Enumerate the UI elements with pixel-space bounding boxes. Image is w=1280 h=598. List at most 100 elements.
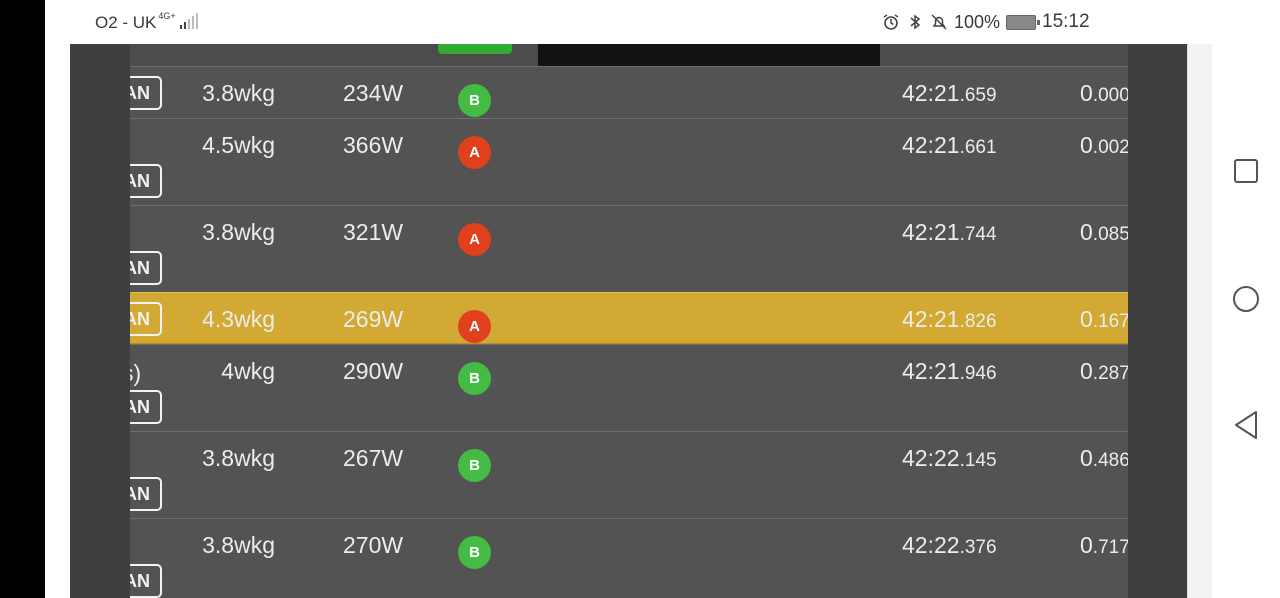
finish-time-main: 42:21: [902, 219, 960, 245]
gap-time-ms: .717: [1092, 537, 1128, 558]
scroll-edge: [1187, 44, 1212, 598]
wkg-value: 3.8wkg: [202, 445, 275, 471]
category-badge: A: [458, 136, 491, 169]
battery-icon: [1006, 14, 1040, 30]
gap-time: 0.000: [1080, 80, 1128, 106]
wkg-value: 3.8wkg: [202, 532, 275, 558]
finish-time-main: 42:22: [902, 445, 960, 471]
gap-time-ms: .486: [1092, 450, 1128, 471]
category-badge: B: [458, 449, 491, 482]
finish-time-ms: .661: [959, 137, 997, 158]
android-nav-bar: [1212, 0, 1280, 598]
team-tag[interactable]: AN: [130, 564, 162, 598]
recent-apps-icon[interactable]: [1232, 157, 1260, 185]
table-row[interactable]: AN 3.8wkg 270W B 42:22.376 0.717: [130, 518, 1128, 598]
finish-time-ms: .826: [959, 311, 997, 332]
carrier-info: O2 - UK 4G+: [95, 11, 198, 33]
gap-time: 0.167: [1080, 306, 1128, 332]
rider-name[interactable]: s): [130, 360, 141, 387]
home-icon[interactable]: [1232, 285, 1260, 313]
watts-value: 234W: [343, 80, 404, 106]
gap-time-ms: .000: [1092, 85, 1128, 106]
watts-value: 366W: [343, 132, 404, 158]
gap-time-main: 0: [1080, 532, 1093, 558]
finish-time: 42:21.946: [902, 358, 1022, 384]
results-table[interactable]: AN 3.8wkg 234W B 42:21.659 0.000 AN 4.5wkg 366W A…: [130, 44, 1128, 598]
wkg-value: 3.8wkg: [202, 80, 275, 106]
gap-time-main: 0: [1080, 80, 1093, 106]
gap-time-main: 0: [1080, 219, 1093, 245]
status-icons: 100% 15:12: [882, 11, 1162, 33]
gap-time-ms: .002: [1092, 137, 1128, 158]
team-tag[interactable]: AN: [130, 302, 162, 336]
finish-time: 42:21.744: [902, 219, 1022, 245]
finish-time-main: 42:21: [902, 358, 960, 384]
network-type: 4G+: [158, 11, 176, 21]
carrier-name: O2 - UK: [95, 13, 157, 32]
gap-time: 0.002: [1080, 132, 1128, 158]
gap-time-main: 0: [1080, 306, 1093, 332]
finish-time-ms: .376: [959, 537, 997, 558]
category-badge: B: [458, 362, 491, 395]
gap-time: 0.287: [1080, 358, 1128, 384]
gap-time-main: 0: [1080, 358, 1093, 384]
mute-bell-icon: [931, 14, 947, 30]
table-header: [130, 44, 1128, 66]
header-power-badge: [438, 44, 512, 54]
phone-bezel: [0, 0, 45, 598]
clock: 15:12: [1042, 11, 1090, 32]
finish-time: 42:22.376: [902, 532, 1022, 558]
gap-time: 0.717: [1080, 532, 1128, 558]
category-badge: B: [458, 536, 491, 569]
gap-time-main: 0: [1080, 445, 1093, 471]
watts-value: 290W: [343, 358, 404, 384]
finish-time: 42:21.661: [902, 132, 1022, 158]
finish-time-main: 42:21: [902, 306, 960, 332]
watts-value: 267W: [343, 445, 404, 471]
alarm-icon: [883, 14, 899, 30]
gap-time-main: 0: [1080, 132, 1093, 158]
finish-time-main: 42:21: [902, 132, 960, 158]
finish-time-main: 42:22: [902, 532, 960, 558]
back-icon[interactable]: [1232, 411, 1260, 439]
finish-time-main: 42:21: [902, 80, 960, 106]
table-row[interactable]: s) AN 4wkg 290W B 42:21.946 0.287: [130, 344, 1128, 431]
category-badge: A: [458, 223, 491, 256]
finish-time-ms: .145: [959, 450, 997, 471]
finish-time-ms: .744: [959, 224, 997, 245]
finish-time: 42:21.826: [902, 306, 1022, 332]
wkg-value: 4wkg: [221, 358, 275, 384]
header-segment-cells: [538, 44, 880, 66]
gap-time-ms: .167: [1092, 311, 1128, 332]
gap-time: 0.486: [1080, 445, 1128, 471]
table-row[interactable]: AN 3.8wkg 267W B 42:22.145 0.486: [130, 431, 1128, 518]
watts-value: 321W: [343, 219, 404, 245]
status-bar: O2 - UK 4G+ 100% 15:12: [45, 0, 1212, 44]
table-row[interactable]: AN 3.8wkg 234W B 42:21.659 0.000: [130, 66, 1128, 118]
category-badge: B: [458, 84, 491, 117]
gap-time-ms: .085: [1092, 224, 1128, 245]
category-badge: A: [458, 310, 491, 343]
battery-percent: 100%: [953, 11, 1000, 32]
watts-value: 270W: [343, 532, 404, 558]
gap-time: 0.085: [1080, 219, 1128, 245]
finish-time: 42:22.145: [902, 445, 1022, 471]
gap-time-ms: .287: [1092, 363, 1128, 384]
signal-icon: [179, 13, 198, 29]
table-row[interactable]: AN 4.3wkg 269W A 42:21.826 0.167: [130, 292, 1128, 344]
table-row[interactable]: AN 3.8wkg 321W A 42:21.744 0.085: [130, 205, 1128, 292]
team-tag[interactable]: AN: [130, 164, 162, 198]
team-tag[interactable]: AN: [130, 390, 162, 424]
team-tag[interactable]: AN: [130, 76, 162, 110]
bluetooth-icon: [910, 14, 921, 30]
finish-time: 42:21.659: [902, 80, 1022, 106]
table-row[interactable]: AN 4.5wkg 366W A 42:21.661 0.002: [130, 118, 1128, 205]
wkg-value: 4.5wkg: [202, 132, 275, 158]
team-tag[interactable]: AN: [130, 251, 162, 285]
watts-value: 269W: [343, 306, 404, 332]
wkg-value: 4.3wkg: [202, 306, 275, 332]
finish-time-ms: .946: [959, 363, 997, 384]
finish-time-ms: .659: [959, 85, 997, 106]
team-tag[interactable]: AN: [130, 477, 162, 511]
wkg-value: 3.8wkg: [202, 219, 275, 245]
